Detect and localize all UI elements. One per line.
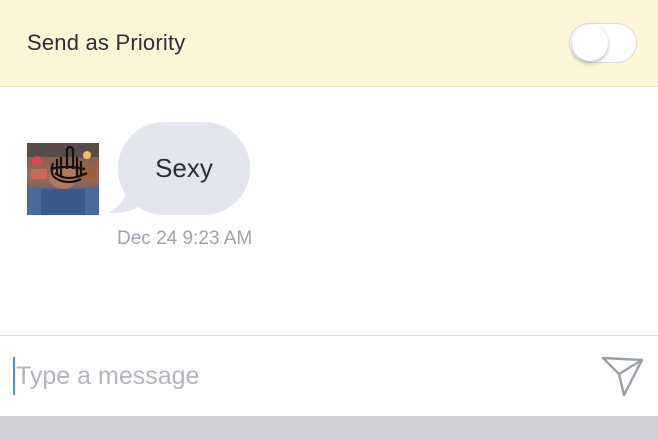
avatar[interactable] — [27, 143, 99, 215]
priority-toggle[interactable] — [569, 23, 637, 63]
toggle-knob[interactable] — [572, 25, 608, 61]
message-text: Sexy — [155, 153, 213, 183]
avatar-photo-icon — [27, 143, 99, 215]
message-input[interactable] — [16, 358, 576, 394]
message-composer — [0, 335, 658, 416]
chat-screen: Send as Priority Sexy Dec 24 9:23 AM Typ… — [0, 0, 658, 440]
priority-banner: Send as Priority — [0, 0, 658, 87]
text-caret — [13, 357, 15, 395]
send-icon — [601, 356, 644, 397]
message-timestamp: Dec 24 9:23 AM — [117, 228, 253, 249]
send-button[interactable] — [600, 354, 646, 398]
keyboard-edge — [0, 416, 658, 440]
priority-label: Send as Priority — [27, 30, 186, 55]
message-bubble[interactable]: Sexy — [118, 122, 250, 215]
